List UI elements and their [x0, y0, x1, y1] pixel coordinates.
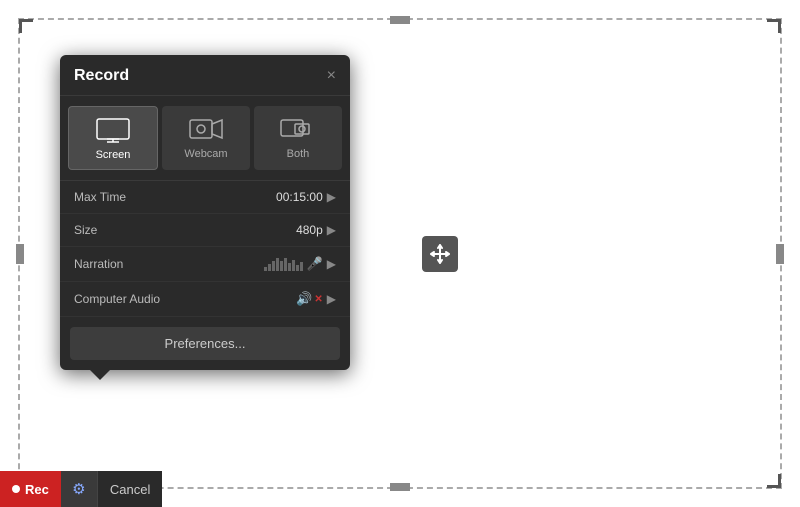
- speaker-icon: 🔊: [296, 291, 312, 307]
- computer-audio-arrow[interactable]: ▶: [327, 292, 336, 306]
- computer-audio-row: Computer Audio 🔊 ✕ ▶: [60, 282, 350, 317]
- level-bar-5: [280, 261, 283, 271]
- size-arrow[interactable]: ▶: [327, 223, 336, 237]
- move-icon[interactable]: [422, 236, 458, 272]
- gear-icon: ⚙: [72, 480, 85, 498]
- dialog-arrow: [90, 370, 110, 380]
- size-value: 480p: [296, 223, 323, 237]
- max-time-label: Max Time: [74, 190, 276, 204]
- corner-handle-tr[interactable]: [767, 19, 781, 33]
- mode-both-button[interactable]: Both: [254, 106, 342, 170]
- computer-audio-label: Computer Audio: [74, 292, 296, 306]
- corner-handle-br[interactable]: [767, 474, 781, 488]
- narration-row: Narration 🎤 ▶: [60, 247, 350, 282]
- side-handle-bottom[interactable]: [390, 483, 410, 491]
- rec-button[interactable]: Rec: [0, 471, 61, 507]
- dialog-title: Record: [74, 67, 129, 85]
- size-label: Size: [74, 223, 296, 237]
- mode-selection: Screen Webcam Both: [60, 96, 350, 181]
- muted-x-icon: ✕: [314, 294, 322, 305]
- mode-webcam-button[interactable]: Webcam: [162, 106, 250, 170]
- level-bar-1: [264, 267, 267, 271]
- level-bar-3: [272, 261, 275, 271]
- settings-button[interactable]: ⚙: [61, 471, 97, 507]
- record-dialog: Record × Screen Webcam: [60, 55, 350, 370]
- both-icon: [280, 116, 316, 142]
- level-bar-4: [276, 258, 279, 271]
- dialog-header: Record ×: [60, 55, 350, 96]
- level-bar-6: [284, 258, 287, 271]
- max-time-value: 00:15:00: [276, 190, 323, 204]
- narration-label: Narration: [74, 257, 264, 271]
- screen-icon: [95, 117, 131, 143]
- level-bar-10: [300, 262, 303, 271]
- crosshair-icon: [429, 243, 451, 265]
- level-bar-7: [288, 263, 291, 271]
- side-handle-right[interactable]: [776, 244, 784, 264]
- mic-icon: 🎤: [307, 256, 323, 272]
- side-handle-top[interactable]: [390, 16, 410, 24]
- preferences-button[interactable]: Preferences...: [70, 327, 340, 360]
- corner-handle-tl[interactable]: [19, 19, 33, 33]
- max-time-row: Max Time 00:15:00 ▶: [60, 181, 350, 214]
- bottom-toolbar: Rec ⚙ Cancel: [0, 471, 162, 507]
- rec-dot: [12, 485, 20, 493]
- mode-screen-label: Screen: [96, 149, 131, 161]
- mode-screen-button[interactable]: Screen: [68, 106, 158, 170]
- level-bar-8: [292, 260, 295, 271]
- max-time-arrow[interactable]: ▶: [327, 190, 336, 204]
- webcam-icon: [188, 116, 224, 142]
- narration-bar: 🎤: [264, 256, 323, 272]
- audio-icon: 🔊 ✕: [296, 291, 323, 307]
- level-bars: [264, 257, 303, 271]
- narration-arrow[interactable]: ▶: [327, 257, 336, 271]
- mode-webcam-label: Webcam: [184, 148, 227, 160]
- size-row: Size 480p ▶: [60, 214, 350, 247]
- level-bar-9: [296, 265, 299, 271]
- close-button[interactable]: ×: [327, 68, 336, 84]
- side-handle-left[interactable]: [16, 244, 24, 264]
- mode-both-label: Both: [287, 148, 310, 160]
- settings-section: Max Time 00:15:00 ▶ Size 480p ▶ Narratio…: [60, 181, 350, 317]
- cancel-button[interactable]: Cancel: [97, 471, 162, 507]
- level-bar-2: [268, 264, 271, 271]
- rec-label: Rec: [25, 482, 49, 497]
